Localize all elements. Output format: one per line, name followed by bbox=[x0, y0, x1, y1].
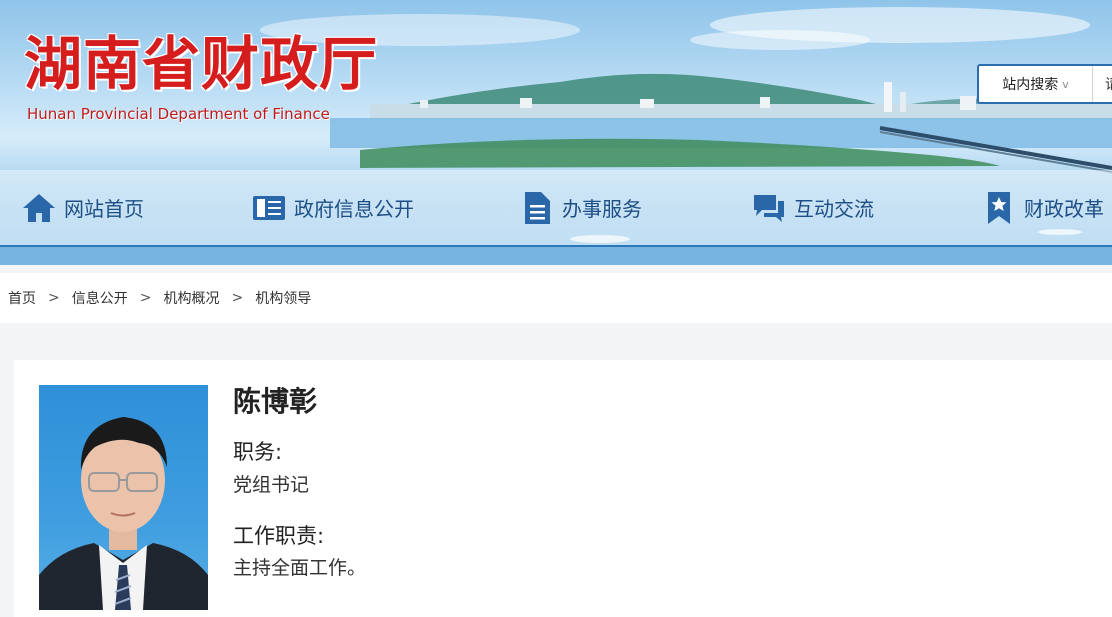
nav-item-gov-info[interactable]: 政府信息公开 bbox=[252, 170, 414, 245]
duty-value: 主持全面工作。 bbox=[233, 557, 367, 579]
breadcrumb-link-home[interactable]: 首页 bbox=[8, 288, 36, 308]
site-subtitle: Hunan Provincial Department of Finance bbox=[27, 105, 330, 123]
breadcrumb-link-leaders[interactable]: 机构领导 bbox=[255, 288, 311, 308]
person-name: 陈博彰 bbox=[233, 385, 318, 418]
nav-item-label: 政府信息公开 bbox=[294, 197, 414, 221]
nav-item-label: 互动交流 bbox=[794, 197, 874, 221]
chat-icon bbox=[752, 191, 786, 225]
search-input[interactable] bbox=[1093, 66, 1112, 102]
breadcrumb: 首页 > 信息公开 > 机构概况 > 机构领导 bbox=[0, 273, 1112, 323]
nav-item-label: 网站首页 bbox=[64, 197, 144, 221]
nav-item-home[interactable]: 网站首页 bbox=[22, 170, 144, 245]
position-label: 职务: bbox=[233, 440, 283, 464]
position-value: 党组书记 bbox=[233, 474, 310, 496]
site-title: 湖南省财政厅 bbox=[24, 30, 379, 98]
main-nav: 网站首页 政府信息公开 办事服务 互动交流 财政改革 bbox=[0, 170, 1112, 247]
search-box: 站内搜索 v bbox=[977, 64, 1112, 104]
breadcrumb-separator: > bbox=[48, 290, 60, 306]
search-scope-dropdown[interactable]: 站内搜索 v bbox=[979, 66, 1093, 102]
nav-item-reform[interactable]: 财政改革 bbox=[982, 170, 1104, 245]
breadcrumb-separator: > bbox=[231, 290, 244, 306]
profile-photo bbox=[39, 385, 208, 610]
breadcrumb-separator: > bbox=[139, 290, 152, 306]
profile-card: 陈博彰 职务: 党组书记 工作职责: 主持全面工作。 bbox=[14, 360, 1112, 617]
document-icon bbox=[520, 191, 554, 225]
header-banner: 湖南省财政厅 Hunan Provincial Department of Fi… bbox=[0, 0, 1112, 265]
search-scope-label: 站内搜索 bbox=[1002, 77, 1059, 93]
chevron-down-icon: v bbox=[1062, 77, 1069, 91]
nav-item-interaction[interactable]: 互动交流 bbox=[752, 170, 874, 245]
breadcrumb-link-info[interactable]: 信息公开 bbox=[72, 288, 128, 308]
nav-item-label: 办事服务 bbox=[562, 197, 642, 221]
home-icon bbox=[22, 191, 56, 225]
duty-label: 工作职责: bbox=[233, 524, 325, 548]
nav-item-label: 财政改革 bbox=[1024, 197, 1104, 221]
breadcrumb-link-overview[interactable]: 机构概况 bbox=[163, 288, 219, 308]
bookmark-star-icon bbox=[982, 191, 1016, 225]
info-panel-icon bbox=[252, 191, 286, 225]
nav-item-services[interactable]: 办事服务 bbox=[520, 170, 642, 245]
